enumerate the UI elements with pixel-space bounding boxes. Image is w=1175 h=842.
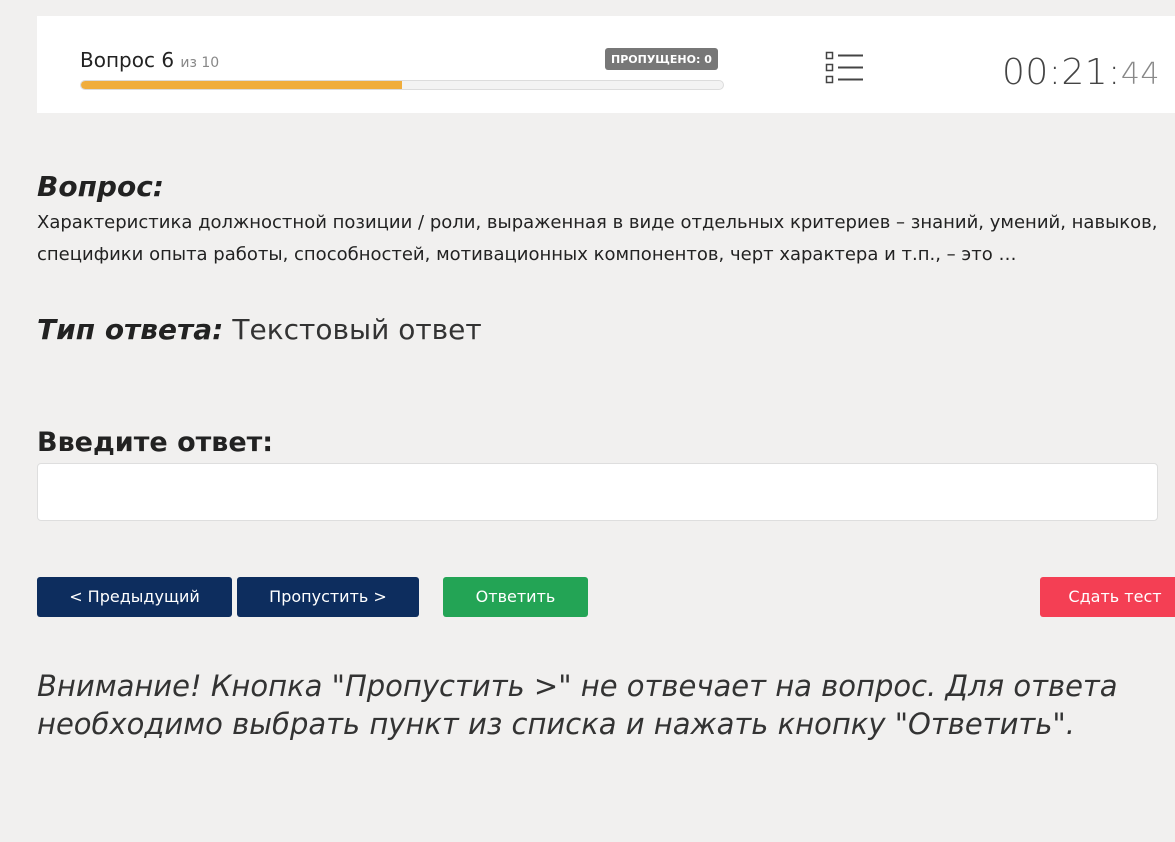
answer-type-label: Тип ответа: — [37, 313, 224, 346]
warning-line-2: необходимо выбрать пункт из списка и наж… — [37, 707, 1075, 741]
timer-main: 00:21: — [1001, 52, 1121, 93]
previous-button[interactable]: < Предыдущий — [37, 577, 232, 617]
answer-input[interactable] — [37, 463, 1158, 521]
question-list-icon[interactable] — [825, 51, 865, 85]
quiz-header: Вопрос 6 из 10 ПРОПУЩЕНО: 0 00:21:44 — [37, 16, 1175, 113]
question-text-line-1: Характеристика должностной позиции / рол… — [37, 212, 1158, 233]
warning-line-1: Внимание! Кнопка "Пропустить >" не отвеч… — [37, 669, 1118, 703]
warning-text: Внимание! Кнопка "Пропустить >" не отвеч… — [37, 667, 1137, 743]
question-total: из 10 — [180, 55, 220, 71]
answer-button[interactable]: Ответить — [443, 577, 588, 617]
skip-button[interactable]: Пропустить > — [237, 577, 419, 617]
progress-bar — [80, 80, 724, 90]
progress-fill — [81, 81, 402, 89]
answer-type-value: Текстовый ответ — [232, 313, 482, 346]
question-number: Вопрос 6 — [80, 48, 175, 72]
answer-input-label: Введите ответ: — [37, 427, 274, 458]
question-heading: Вопрос: — [37, 170, 164, 203]
timer: 00:21:44 — [1002, 52, 1160, 93]
answer-type: Тип ответа: Текстовый ответ — [37, 313, 482, 346]
skipped-badge: ПРОПУЩЕНО: 0 — [605, 48, 718, 70]
question-text-line-2: специфики опыта работы, способностей, мо… — [37, 244, 1017, 265]
submit-test-button[interactable]: Сдать тест — [1040, 577, 1175, 617]
question-counter: Вопрос 6 из 10 — [80, 48, 219, 72]
timer-seconds: 44 — [1120, 57, 1160, 92]
question-text: Характеристика должностной позиции / рол… — [37, 207, 1175, 271]
